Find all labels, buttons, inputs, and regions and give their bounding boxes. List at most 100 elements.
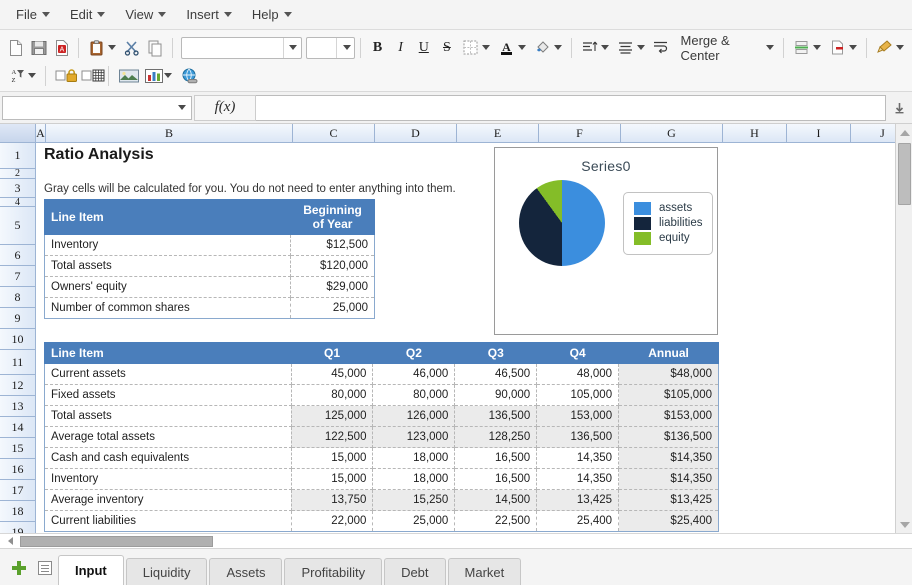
- row-value-cell[interactable]: 136,500: [455, 406, 537, 427]
- underline-button[interactable]: U: [412, 36, 435, 60]
- row-value-cell[interactable]: $29,000: [291, 277, 375, 298]
- table-row[interactable]: Inventory$12,500: [45, 235, 375, 256]
- column-header-J[interactable]: J: [851, 124, 895, 143]
- row-label-cell[interactable]: Inventory: [45, 469, 292, 490]
- column-header-D[interactable]: D: [375, 124, 457, 143]
- new-file-button[interactable]: [4, 36, 27, 60]
- vertical-scroll-thumb[interactable]: [898, 143, 911, 205]
- formula-input[interactable]: [256, 95, 886, 121]
- row-value-cell[interactable]: 13,750: [291, 490, 373, 511]
- column-header-E[interactable]: E: [457, 124, 539, 143]
- column-header-cell[interactable]: Annual: [619, 343, 719, 364]
- row-value-cell[interactable]: 13,425: [537, 490, 619, 511]
- row-header-8[interactable]: 8: [0, 287, 36, 308]
- row-value-cell[interactable]: 22,000: [291, 511, 373, 532]
- copy-button[interactable]: [143, 36, 166, 60]
- chevron-down-icon[interactable]: [283, 38, 301, 58]
- row-value-cell[interactable]: 15,000: [291, 448, 373, 469]
- font-name-select[interactable]: [181, 37, 301, 59]
- table-row[interactable]: Average inventory13,75015,25014,50013,42…: [45, 490, 719, 511]
- insert-row-button[interactable]: [789, 36, 825, 60]
- row-header-7[interactable]: 7: [0, 266, 36, 287]
- row-label-cell[interactable]: Total assets: [45, 406, 292, 427]
- row-value-cell[interactable]: 80,000: [291, 385, 373, 406]
- table-row[interactable]: Total assets$120,000: [45, 256, 375, 277]
- row-value-cell[interactable]: 90,000: [455, 385, 537, 406]
- row-value-cell[interactable]: $48,000: [619, 364, 719, 385]
- sheet-tab-input[interactable]: Input: [58, 555, 124, 585]
- column-header-C[interactable]: C: [293, 124, 375, 143]
- chevron-down-icon[interactable]: [171, 105, 191, 110]
- row-value-cell[interactable]: $105,000: [619, 385, 719, 406]
- name-box[interactable]: [2, 96, 192, 120]
- horizontal-scroll-thumb[interactable]: [20, 536, 213, 547]
- row-value-cell[interactable]: 105,000: [537, 385, 619, 406]
- row-value-cell[interactable]: $14,350: [619, 448, 719, 469]
- merge-center-button[interactable]: Merge & Center: [673, 36, 779, 60]
- wrap-text-button[interactable]: [649, 36, 672, 60]
- row-header-10[interactable]: 10: [0, 329, 36, 350]
- row-label-cell[interactable]: Current assets: [45, 364, 292, 385]
- borders-button[interactable]: [458, 36, 494, 60]
- chevron-down-icon[interactable]: [336, 38, 354, 58]
- sheet-tab-market[interactable]: Market: [448, 558, 522, 585]
- table-row[interactable]: Current liabilities22,00025,00022,50025,…: [45, 511, 719, 532]
- row-value-cell[interactable]: $153,000: [619, 406, 719, 427]
- row-header-3[interactable]: 3: [0, 179, 36, 198]
- row-value-cell[interactable]: 25,400: [537, 511, 619, 532]
- row-value-cell[interactable]: $120,000: [291, 256, 375, 277]
- row-value-cell[interactable]: 16,500: [455, 469, 537, 490]
- row-header-11[interactable]: 11: [0, 350, 36, 375]
- row-header-2[interactable]: 2: [0, 169, 36, 179]
- row-label-cell[interactable]: Owners' equity: [45, 277, 291, 298]
- row-label-cell[interactable]: Average total assets: [45, 427, 292, 448]
- row-value-cell[interactable]: 126,000: [373, 406, 455, 427]
- row-value-cell[interactable]: 15,000: [291, 469, 373, 490]
- row-value-cell[interactable]: 153,000: [537, 406, 619, 427]
- row-header-13[interactable]: 13: [0, 396, 36, 417]
- row-value-cell[interactable]: 80,000: [373, 385, 455, 406]
- row-value-cell[interactable]: 14,500: [455, 490, 537, 511]
- add-sheet-button[interactable]: [6, 553, 32, 583]
- row-header-19[interactable]: 19: [0, 522, 36, 533]
- column-header-B[interactable]: B: [46, 124, 293, 143]
- delete-row-button[interactable]: [825, 36, 861, 60]
- row-value-cell[interactable]: 25,000: [291, 298, 375, 319]
- sheet-list-button[interactable]: [32, 553, 58, 583]
- row-label-cell[interactable]: Total assets: [45, 256, 291, 277]
- font-color-button[interactable]: A: [494, 36, 530, 60]
- row-header-12[interactable]: 12: [0, 375, 36, 396]
- menu-item-edit[interactable]: Edit: [60, 3, 115, 26]
- column-header-cell[interactable]: Line Item: [45, 200, 291, 235]
- row-header-9[interactable]: 9: [0, 308, 36, 329]
- sort-filter-button[interactable]: AZ: [4, 64, 40, 88]
- sheet-tab-profitability[interactable]: Profitability: [284, 558, 382, 585]
- horizontal-scrollbar[interactable]: [0, 533, 912, 548]
- paste-button[interactable]: [84, 36, 120, 60]
- row-value-cell[interactable]: 46,000: [373, 364, 455, 385]
- row-value-cell[interactable]: 136,500: [537, 427, 619, 448]
- insert-image-button[interactable]: [114, 64, 140, 88]
- row-value-cell[interactable]: 14,350: [537, 469, 619, 490]
- column-header-cell[interactable]: Q4: [537, 343, 619, 364]
- row-value-cell[interactable]: 122,500: [291, 427, 373, 448]
- sheet-tab-assets[interactable]: Assets: [209, 558, 282, 585]
- row-header-15[interactable]: 15: [0, 438, 36, 459]
- row-label-cell[interactable]: Cash and cash equivalents: [45, 448, 292, 469]
- row-value-cell[interactable]: 128,250: [455, 427, 537, 448]
- lock-cells-button[interactable]: [51, 64, 77, 88]
- row-value-cell[interactable]: 125,000: [291, 406, 373, 427]
- row-label-cell[interactable]: Number of common shares: [45, 298, 291, 319]
- expand-formula-bar-button[interactable]: [886, 92, 912, 124]
- bold-button[interactable]: B: [366, 36, 389, 60]
- fill-color-button[interactable]: [530, 36, 566, 60]
- column-header-cell[interactable]: Beginning of Year: [291, 200, 375, 235]
- table-row[interactable]: Inventory15,00018,00016,50014,350$14,350: [45, 469, 719, 490]
- italic-button[interactable]: I: [389, 36, 412, 60]
- scroll-down-button[interactable]: [896, 516, 912, 533]
- table-row[interactable]: Cash and cash equivalents15,00018,00016,…: [45, 448, 719, 469]
- menu-item-insert[interactable]: Insert: [176, 3, 242, 26]
- column-header-cell[interactable]: Q2: [373, 343, 455, 364]
- quarterly-figures-table[interactable]: Line ItemQ1Q2Q3Q4AnnualCurrent assets45,…: [44, 342, 719, 532]
- format-painter-button[interactable]: [872, 36, 908, 60]
